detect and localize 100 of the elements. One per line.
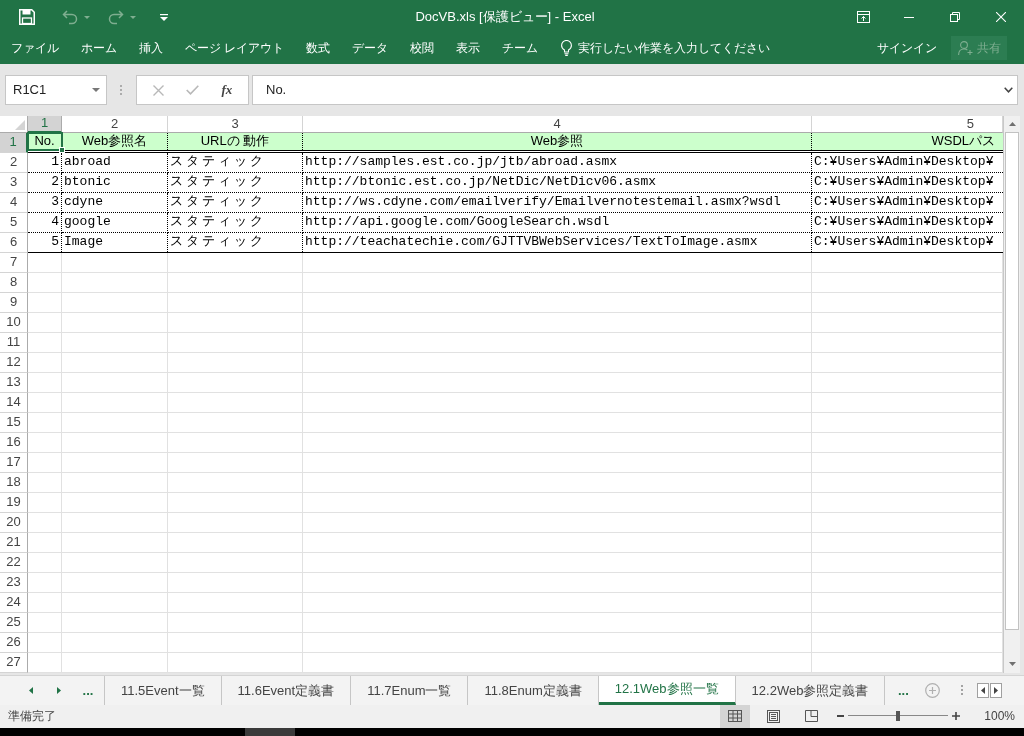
table-cell-text: C:¥Users¥Admin¥Desktop¥ [813,233,995,252]
name-box[interactable]: R1C1 [5,75,107,105]
ribbon-tab[interactable]: データ [341,35,400,60]
row-header[interactable]: 18 [0,472,28,493]
table-cell: スタティック [168,212,303,233]
tell-me-field[interactable]: 実行したい作業を入力してください [578,36,785,59]
sheet-tab[interactable]: 11.8Enum定義書 [468,675,599,705]
window-title: DocVB.xls [保護ビュー] - Excel [414,8,596,27]
row-header[interactable]: 12 [0,352,28,373]
page-break-icon [804,710,818,723]
ribbon-tab[interactable]: チーム [491,35,550,60]
row-header[interactable]: 25 [0,612,28,633]
sheet-tab[interactable]: 12.2Web参照定義書 [735,675,886,705]
ribbon-tab[interactable]: 挿入 [128,35,174,60]
row-header[interactable]: 14 [0,392,28,413]
formula-input[interactable]: No. [252,75,1018,105]
row-header[interactable]: 16 [0,432,28,453]
scroll-left-button[interactable] [977,682,989,698]
row-header[interactable]: 24 [0,592,28,613]
row-header[interactable]: 6 [0,232,28,253]
row-header[interactable]: 8 [0,272,28,293]
table-cell: http://api.google.com/GoogleSearch.wsdl [303,212,812,233]
column-header[interactable]: 5 [812,115,1003,133]
table-cell: btonic [62,172,168,193]
row-header[interactable]: 17 [0,452,28,473]
lightbulb-icon [561,39,573,56]
zoom-slider[interactable] [848,711,949,722]
row-header[interactable]: 21 [0,532,28,553]
left-triangle-icon [981,686,985,694]
sheet-tab[interactable]: 12.1Web参照一覧 [598,675,736,705]
row-header[interactable]: 13 [0,372,28,393]
minus-icon [836,715,844,718]
caret-icon [84,15,90,19]
row-header[interactable]: 27 [0,652,28,673]
person-plus-icon [957,40,973,55]
row-header[interactable]: 3 [0,172,28,193]
zoom-level[interactable]: 100% [984,707,1015,726]
select-all-button[interactable] [0,115,28,133]
ribbon-tab[interactable]: 数式 [295,35,342,60]
ribbon-tab[interactable]: ページ レイアウト [174,35,296,60]
row-header[interactable]: 10 [0,312,28,333]
row-header[interactable]: 15 [0,412,28,433]
undo-icon [62,9,78,25]
table-cell: cdyne [62,192,168,213]
row-header[interactable]: 11 [0,332,28,353]
ribbon-tab[interactable]: 表示 [445,35,492,60]
triangle-icon [15,119,25,130]
right-triangle-icon [57,686,61,694]
column-header[interactable]: 2 [62,115,168,133]
more-sheets-button[interactable]: ... [78,675,98,705]
header-cell: No. [28,132,62,150]
table-cell: 1 [28,152,62,173]
fill-handle[interactable] [59,146,65,153]
table-cell: Image [62,232,168,252]
table-cell: http://btonic.est.co.jp/NetDic/NetDicv06.asmx [303,172,812,193]
column-header[interactable]: 3 [168,115,303,133]
more-sheets-button[interactable]: ... [893,675,914,705]
zoom-slider-thumb[interactable] [896,711,901,722]
ribbon-tab[interactable]: 校閲 [399,35,446,60]
column-header[interactable]: 4 [303,115,812,133]
close-icon [996,12,1006,22]
row-header[interactable]: 20 [0,512,28,533]
row-header[interactable]: 5 [0,212,28,233]
column-header[interactable]: 1 [28,115,62,133]
vertical-scrollbar[interactable] [1003,115,1020,673]
plus-icon [952,712,961,721]
table-cell: 3 [28,192,62,213]
table-cell: abroad [62,152,168,173]
minimize-icon [904,16,914,18]
table-cell: 4 [28,212,62,233]
table-cell: google [62,212,168,233]
table-cell: http://teachatechie.com/GJTTVBWebServices/TextToImage.asmx [303,232,812,252]
scroll-right-button[interactable] [990,682,1002,698]
row-header[interactable]: 19 [0,492,28,513]
down-arrow-icon [1008,661,1016,666]
scroll-thumb[interactable] [1005,131,1019,630]
row-header[interactable]: 7 [0,252,28,273]
view-button[interactable] [720,705,751,728]
row-header[interactable]: 26 [0,632,28,653]
table-cell: 2 [28,172,62,193]
row-header[interactable]: 4 [0,192,28,213]
expand-icon [1004,87,1013,93]
redo-icon [108,9,124,25]
customize-icon [160,13,168,21]
row-header[interactable]: 23 [0,572,28,593]
insert-function-button[interactable]: fx [214,78,239,102]
check-icon [186,85,199,95]
sign-in-link[interactable]: サインイン [873,35,941,60]
row-header[interactable]: 1 [0,132,28,153]
caret-icon [130,15,136,19]
table-cell: スタティック [168,192,303,213]
sheet-tab[interactable]: 11.6Event定義書 [221,675,352,705]
row-header[interactable]: 2 [0,152,28,173]
row-header[interactable]: 9 [0,292,28,313]
table-cell: スタティック [168,172,303,193]
sheet-tab[interactable]: 11.7Enum一覧 [351,675,469,705]
sheet-tab[interactable]: 11.5Event一覧 [105,675,222,705]
ribbon-tab[interactable]: ホーム [70,35,128,60]
row-header[interactable]: 22 [0,552,28,573]
ribbon-tab[interactable]: ファイル [0,35,70,60]
